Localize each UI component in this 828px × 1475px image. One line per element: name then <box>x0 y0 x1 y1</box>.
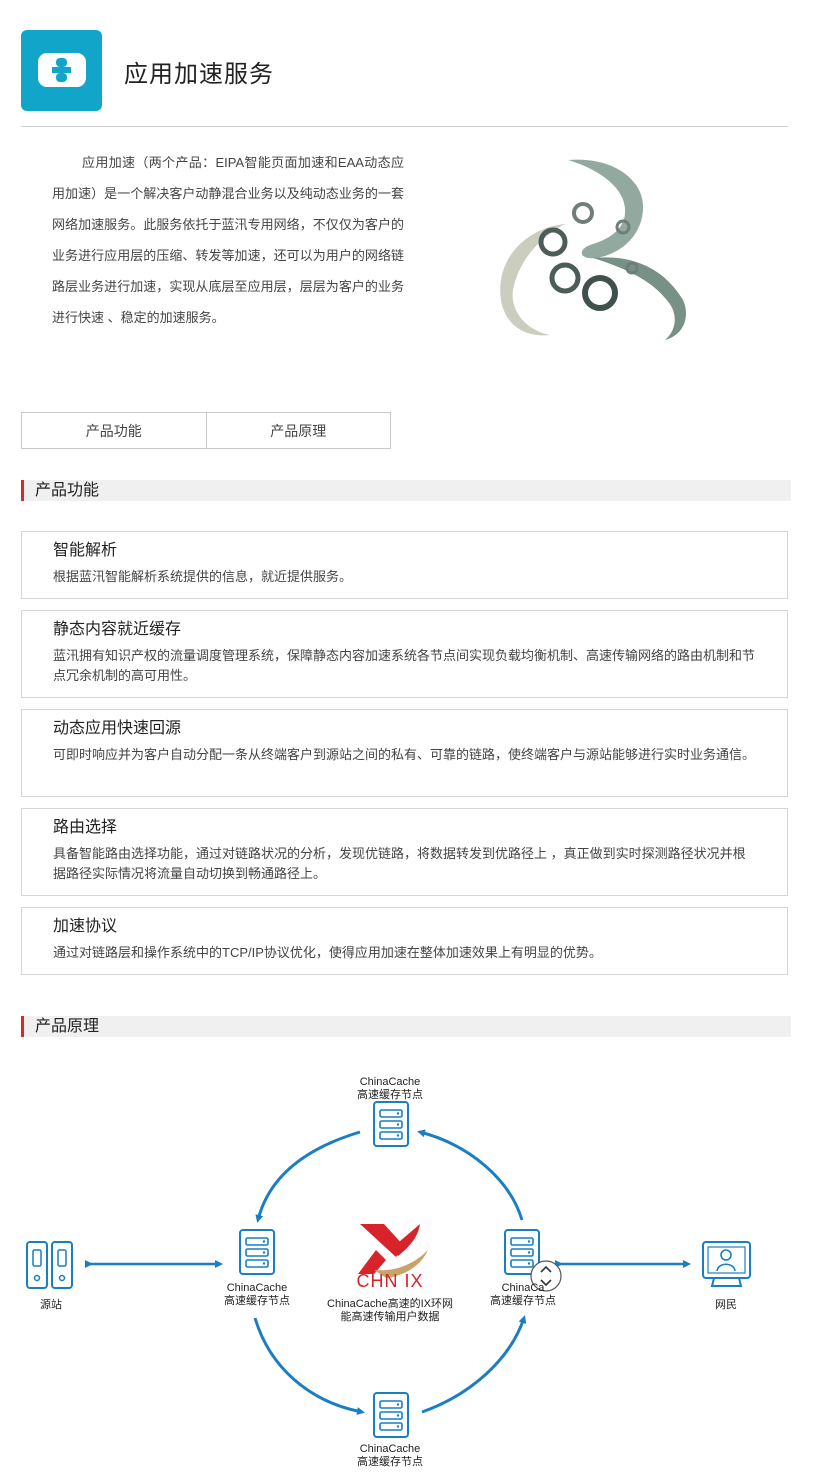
feature-title: 智能解析 <box>53 542 118 559</box>
principle-section-title: 产品原理 <box>35 1018 100 1035</box>
feature-description: 蓝汛拥有知识产权的流量调度管理系统，保障静态内容加速系统各节点间实现负载均衡机制… <box>53 648 756 683</box>
decorative-circles-illustration <box>495 150 695 345</box>
arc-right-to-top <box>417 1129 524 1221</box>
chnix-description: ChinaCache高速的IX环网 能高速传输用户数据 <box>327 1298 453 1323</box>
tab-principle[interactable]: 产品原理 <box>205 413 391 448</box>
user-label: 网民 <box>715 1299 737 1311</box>
arc-top-to-left <box>255 1130 361 1223</box>
node-bottom-label: ChinaCache 高速缓存节点 <box>357 1443 423 1468</box>
feature-description: 可即时响应并为客户自动分配一条从终端客户到源站之间的私有、可靠的链路，使终端客户… <box>53 747 756 762</box>
server-top-icon <box>373 1101 409 1147</box>
node-top-label: ChinaCache 高速缓存节点 <box>357 1076 423 1101</box>
chnix-brand-text: CHN IX <box>356 1271 424 1291</box>
feature-title: 加速协议 <box>53 918 118 935</box>
intro-text: 应用加速（两个产品：EIPA智能页面加速和EAA动态应用加速）是一个解决客户动静… <box>52 155 404 325</box>
server-left-icon <box>239 1229 275 1275</box>
feature-card-acceleration-protocol: 加速协议 通过对链路层和操作系统中的TCP/IP协议优化，使得应用加速在整体加速… <box>21 907 788 975</box>
app-acceleration-icon <box>21 30 102 111</box>
node-left-label: ChinaCache 高速缓存节点 <box>224 1282 290 1307</box>
feature-title: 动态应用快速回源 <box>53 720 182 737</box>
chnix-logo-icon <box>358 1224 428 1278</box>
server-bottom-icon <box>373 1392 409 1438</box>
principle-section-heading: 产品原理 <box>21 1016 791 1037</box>
source-station-icon <box>26 1241 73 1289</box>
feature-description: 通过对链路层和操作系统中的TCP/IP协议优化，使得应用加速在整体加速效果上有明… <box>53 945 602 960</box>
features-section-title: 产品功能 <box>35 482 100 499</box>
page-header: 应用加速服务 <box>21 30 788 127</box>
node-right-label: ChinaCa 高速缓存节点 <box>490 1282 556 1307</box>
arc-bottom-to-right <box>421 1315 527 1414</box>
feature-title: 静态内容就近缓存 <box>53 621 182 638</box>
feature-description: 具备智能路由选择功能，通过对链路状况的分析，发现优链路，将数据转发到优路径上 ，… <box>53 846 746 881</box>
arc-left-to-bottom <box>253 1317 365 1415</box>
feature-card-route-selection: 路由选择 具备智能路由选择功能，通过对链路状况的分析，发现优链路，将数据转发到优… <box>21 808 788 896</box>
principle-diagram: ChinaCache 高速缓存节点 ChinaCache 高速缓存节点 ChinaC… <box>0 1050 828 1475</box>
tab-features[interactable]: 产品功能 <box>22 413 206 448</box>
user-monitor-icon <box>702 1241 751 1287</box>
feature-card-dynamic-origin: 动态应用快速回源 可即时响应并为客户自动分配一条从终端客户到源站之间的私有、可靠… <box>21 709 788 797</box>
feature-card-static-cache: 静态内容就近缓存 蓝汛拥有知识产权的流量调度管理系统，保障静态内容加速系统各节点… <box>21 610 788 698</box>
feature-title: 路由选择 <box>53 819 118 836</box>
feature-description: 根据蓝汛智能解析系统提供的信息，就近提供服务。 <box>53 569 353 584</box>
page-title: 应用加速服务 <box>124 61 274 88</box>
features-section-heading: 产品功能 <box>21 480 791 501</box>
feature-card-smart-dns: 智能解析 根据蓝汛智能解析系统提供的信息，就近提供服务。 <box>21 531 788 599</box>
product-tabs: 产品功能 产品原理 <box>21 412 391 449</box>
source-station-label: 源站 <box>40 1299 62 1311</box>
